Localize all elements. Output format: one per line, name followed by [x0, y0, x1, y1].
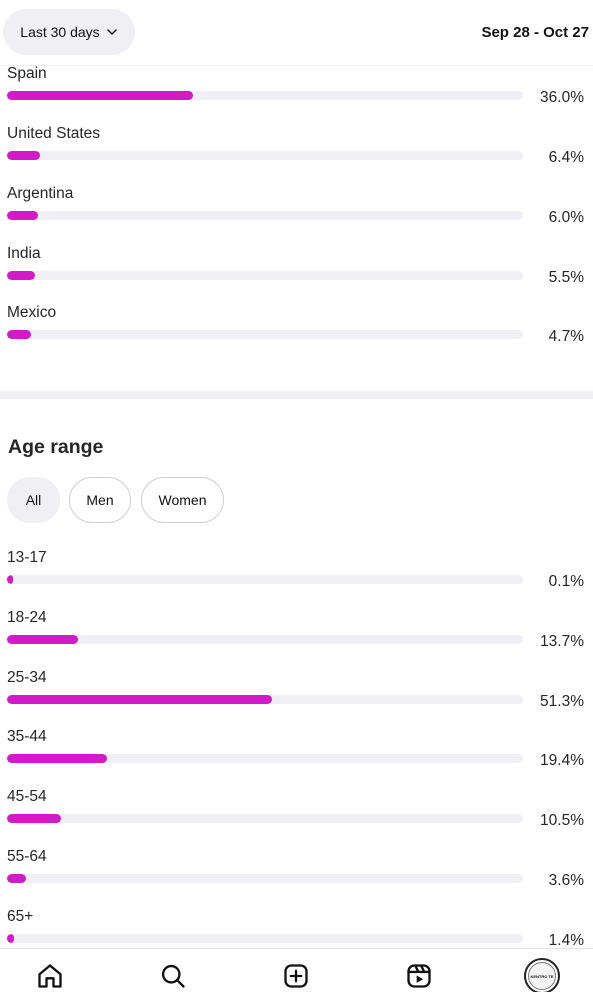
country-percent: 4.7% [548, 328, 584, 345]
age-label: 65+ [7, 908, 34, 925]
range-label: Last 30 days [20, 24, 100, 40]
country-bar-track [7, 271, 523, 280]
home-icon[interactable] [35, 961, 65, 991]
section-divider [0, 391, 593, 399]
country-name: Argentina [7, 185, 74, 202]
country-name: India [7, 245, 41, 262]
country-percent: 5.5% [548, 269, 584, 286]
age-bar-track [7, 754, 523, 763]
country-bar-track [7, 151, 523, 160]
search-icon[interactable] [158, 961, 188, 991]
age-bar-track [7, 575, 523, 584]
age-bar-fill [7, 635, 78, 644]
country-bar-fill [7, 91, 193, 100]
age-percent: 13.7% [540, 633, 584, 650]
age-percent: 3.6% [548, 872, 584, 889]
bottom-nav: KENTRO TE [0, 948, 593, 992]
avatar-text: KENTRO TE [530, 973, 554, 979]
age-label: 55-64 [7, 848, 47, 865]
age-label: 25-34 [7, 669, 47, 686]
age-label: 35-44 [7, 728, 47, 745]
age-row: 35-44 19.4% [0, 728, 593, 788]
age-row: 18-24 13.7% [0, 609, 593, 669]
age-bar-fill [7, 695, 272, 704]
age-percent: 51.3% [540, 693, 584, 710]
age-bar-fill [7, 814, 62, 823]
age-row: 55-64 3.6% [0, 848, 593, 908]
country-name: Mexico [7, 304, 57, 321]
age-row: 25-34 51.3% [0, 669, 593, 729]
country-percent: 6.0% [548, 209, 584, 226]
country-bar-fill [7, 211, 38, 220]
filter-chip-men[interactable]: Men [69, 477, 131, 523]
age-percent: 10.5% [540, 812, 584, 829]
country-row: Mexico 4.7% [0, 304, 593, 364]
country-bar-track [7, 91, 523, 100]
avatar-image: KENTRO TE [528, 962, 556, 990]
profile-avatar[interactable]: KENTRO TE [524, 958, 560, 992]
age-label: 45-54 [7, 788, 47, 805]
country-bar-track [7, 330, 523, 339]
age-bar-fill [7, 874, 26, 883]
reels-icon[interactable] [404, 961, 434, 991]
age-bar-fill [7, 575, 13, 584]
country-bar-fill [7, 151, 41, 160]
age-row: 45-54 10.5% [0, 788, 593, 848]
chevron-down-icon [106, 29, 117, 36]
age-percent: 0.1% [548, 573, 584, 590]
age-range-title: Age range [8, 436, 104, 458]
age-bar-track [7, 934, 523, 943]
country-percent: 36.0% [540, 89, 584, 106]
age-bar-track [7, 814, 523, 823]
country-bar-fill [7, 330, 32, 339]
date-range-text: Sep 28 - Oct 27 [481, 24, 589, 41]
date-range-dropdown[interactable]: Last 30 days [3, 9, 135, 55]
age-label: 13-17 [7, 549, 47, 566]
filter-chip-all[interactable]: All [7, 477, 60, 523]
country-row: Argentina 6.0% [0, 185, 593, 245]
age-bar-track [7, 695, 523, 704]
top-bar: Last 30 days Sep 28 - Oct 27 [0, 0, 593, 66]
age-row: 13-17 0.1% [0, 549, 593, 609]
country-percent: 6.4% [548, 149, 584, 166]
create-icon[interactable] [281, 961, 311, 991]
age-bar-fill [7, 934, 15, 943]
country-name: United States [7, 125, 101, 142]
age-bar-track [7, 874, 523, 883]
filter-chip-women[interactable]: Women [141, 477, 224, 523]
country-row: Spain 36.0% [0, 65, 593, 125]
country-bar-fill [7, 271, 36, 280]
age-percent: 19.4% [540, 752, 584, 769]
country-bar-track [7, 211, 523, 220]
age-bar-track [7, 635, 523, 644]
country-row: India 5.5% [0, 245, 593, 305]
age-bar-fill [7, 754, 108, 763]
country-row: United States 6.4% [0, 125, 593, 185]
age-label: 18-24 [7, 609, 47, 626]
country-name: Spain [7, 65, 47, 82]
